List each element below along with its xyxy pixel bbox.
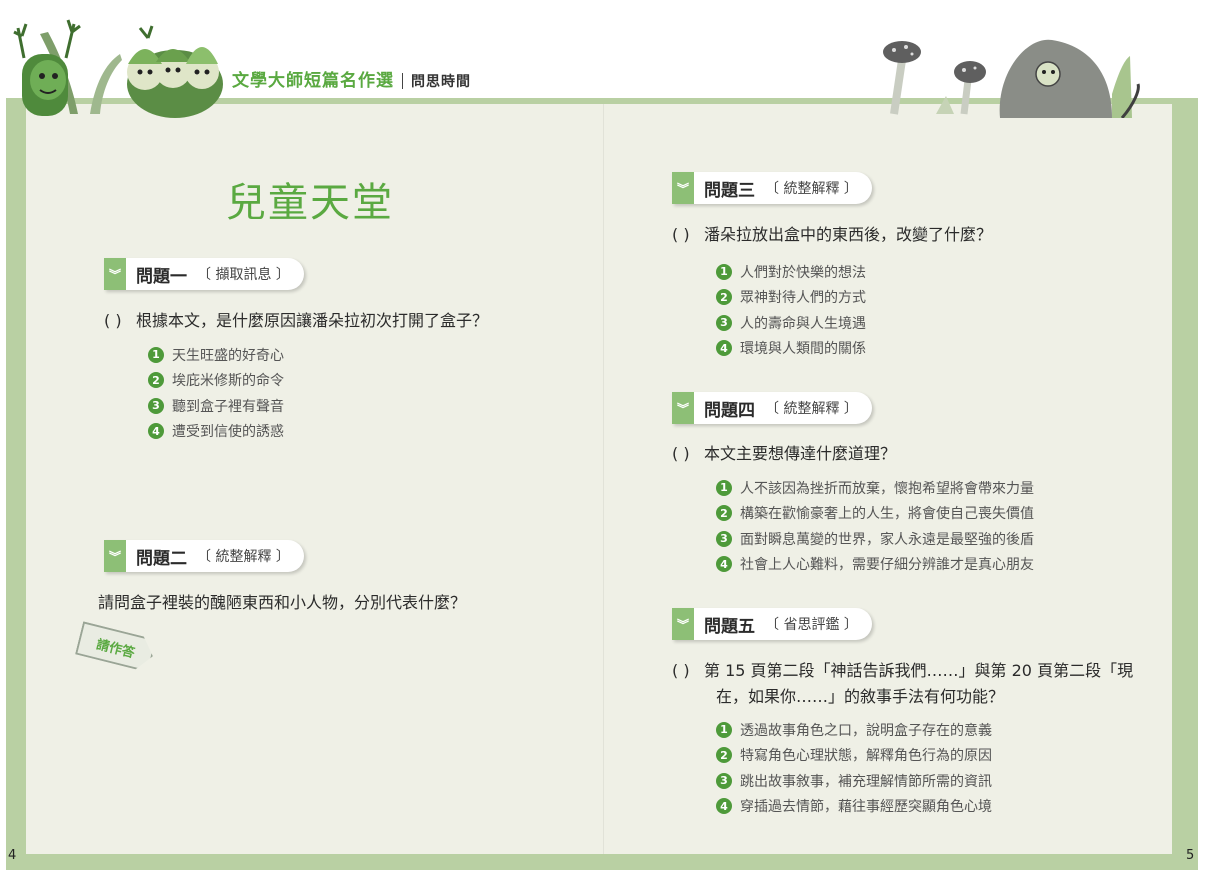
option-text: 人不該因為挫折而放棄，懷抱希望將會帶來力量 (740, 480, 1034, 497)
answer-blank[interactable]: ( ) (672, 441, 704, 467)
option-number-icon: 4 (716, 556, 732, 573)
option-text: 面對瞬息萬變的世界，家人永遠是最堅強的後盾 (740, 531, 1034, 548)
q3-option-4[interactable]: 4 環境與人類間的關係 (716, 336, 866, 362)
option-number-icon: 4 (148, 423, 164, 440)
option-text: 透過故事角色之口，說明盒子存在的意義 (740, 722, 992, 739)
option-number-icon: 1 (716, 721, 732, 738)
q2-question: 請問盒子裡裝的醜陋東西和小人物，分別代表什麼？ (98, 593, 467, 612)
answer-blank[interactable]: ( ) (672, 658, 704, 684)
option-number-icon: 3 (716, 772, 732, 789)
option-number-icon: 1 (148, 346, 164, 363)
q3-badge: ︾ 問題三 〔 統整解釋 〕 (672, 172, 872, 204)
q3-option-2[interactable]: 2 眾神對待人們的方式 (716, 285, 866, 311)
q4-question: ( ) 本文主要想傳達什麼道理？ (672, 441, 896, 467)
option-number-icon: 2 (716, 289, 732, 306)
option-number-icon: 3 (716, 530, 732, 547)
q1-question: ( ) 根據本文，是什麼原因讓潘朵拉初次打開了盒子？ (104, 308, 488, 334)
chevron-down-icon: ︾ (672, 392, 694, 424)
chevron-down-icon: ︾ (104, 540, 126, 572)
chevron-down-icon: ︾ (672, 172, 694, 204)
q2-tag: 〔 統整解釋 〕 (197, 549, 290, 565)
left-page-number: 4 (8, 848, 17, 863)
book-title: 文學大師短篇名作選 (232, 71, 394, 91)
q1-option-1[interactable]: 1 天生旺盛的好奇心 (148, 342, 284, 368)
q3-option-3[interactable]: 3 人的壽命與人生境遇 (716, 310, 866, 336)
option-number-icon: 3 (716, 314, 732, 331)
option-text: 構築在歡愉豪奢上的人生，將會使自己喪失價值 (740, 506, 1034, 523)
center-fold (603, 104, 604, 854)
q1-badge: ︾ 問題一 〔 擷取訊息 〕 (104, 258, 304, 290)
option-number-icon: 2 (716, 747, 732, 764)
q4-badge: ︾ 問題四 〔 統整解釋 〕 (672, 392, 872, 424)
q4-options: 1 人不該因為挫折而放棄，懷抱希望將會帶來力量 2 構築在歡愉豪奢上的人生，將會使自… (716, 475, 1034, 577)
q4-option-1[interactable]: 1 人不該因為挫折而放棄，懷抱希望將會帶來力量 (716, 475, 1034, 501)
q5-question: ( ) 第 15 頁第二段「神話告訴我們……」與第 20 頁第二段「現 (672, 658, 1133, 684)
q4-tag: 〔 統整解釋 〕 (765, 401, 858, 417)
header-divider (402, 73, 403, 89)
q1-tag: 〔 擷取訊息 〕 (197, 267, 290, 283)
q4-option-3[interactable]: 3 面對瞬息萬變的世界，家人永遠是最堅強的後盾 (716, 526, 1034, 552)
q4-option-2[interactable]: 2 構築在歡愉豪奢上的人生，將會使自己喪失價值 (716, 501, 1034, 527)
option-number-icon: 4 (716, 798, 732, 815)
chevron-down-icon: ︾ (104, 258, 126, 290)
q4-option-4[interactable]: 4 社會上人心難料，需要仔細分辨誰才是真心朋友 (716, 552, 1034, 578)
right-page-number: 5 (1186, 848, 1195, 863)
option-text: 穿插過去情節，藉往事經歷突顯角色心境 (740, 799, 992, 816)
option-text: 人們對於快樂的想法 (740, 264, 866, 281)
option-text: 聽到盒子裡有聲音 (172, 398, 284, 415)
q5-question-line2: 在，如果你……」的敘事手法有何功能？ (716, 687, 1005, 706)
option-text: 社會上人心難料，需要仔細分辨誰才是真心朋友 (740, 557, 1034, 574)
option-text: 眾神對待人們的方式 (740, 290, 866, 307)
q3-option-1[interactable]: 1 人們對於快樂的想法 (716, 259, 866, 285)
q3-question-text: 潘朵拉放出盒中的東西後，改變了什麼？ (704, 225, 993, 244)
option-text: 跳出故事敘事，補充理解情節所需的資訊 (740, 773, 992, 790)
option-text: 埃庇米修斯的命令 (172, 373, 284, 390)
q1-option-4[interactable]: 4 遭受到信使的誘惑 (148, 419, 284, 445)
section-title: 問思時間 (411, 74, 471, 90)
option-number-icon: 4 (716, 340, 732, 357)
q1-option-3[interactable]: 3 聽到盒子裡有聲音 (148, 393, 284, 419)
q1-question-text: 根據本文，是什麼原因讓潘朵拉初次打開了盒子？ (136, 311, 489, 330)
mushroom-rock-illustration (883, 39, 1140, 118)
chevron-down-icon: ︾ (672, 608, 694, 640)
book-header: 文學大師短篇名作選 問思時間 (232, 66, 471, 91)
q5-question-line1: 第 15 頁第二段「神話告訴我們……」與第 20 頁第二段「現 (704, 661, 1134, 680)
q5-option-2[interactable]: 2 特寫角色心理狀態，解釋角色行為的原因 (716, 743, 992, 769)
q5-options: 1 透過故事角色之口，說明盒子存在的意義 2 特寫角色心理狀態，解釋角色行為的原因 … (716, 717, 992, 819)
option-number-icon: 1 (716, 263, 732, 280)
q5-badge: ︾ 問題五 〔 省思評鑑 〕 (672, 608, 872, 640)
q5-option-1[interactable]: 1 透過故事角色之口，說明盒子存在的意義 (716, 717, 992, 743)
q2-badge: ︾ 問題二 〔 統整解釋 〕 (104, 540, 304, 572)
option-text: 特寫角色心理狀態，解釋角色行為的原因 (740, 748, 992, 765)
answer-blank[interactable]: ( ) (672, 222, 704, 248)
option-number-icon: 2 (148, 372, 164, 389)
option-text: 天生旺盛的好奇心 (172, 347, 284, 364)
q3-question: ( ) 潘朵拉放出盒中的東西後，改變了什麼？ (672, 222, 992, 248)
q4-question-text: 本文主要想傳達什麼道理？ (704, 444, 897, 463)
q3-tag: 〔 統整解釋 〕 (765, 181, 858, 197)
option-text: 環境與人類間的關係 (740, 341, 866, 358)
answer-blank[interactable]: ( ) (104, 308, 136, 334)
q5-title: 問題五 (704, 616, 755, 637)
option-number-icon: 3 (148, 397, 164, 414)
option-text: 人的壽命與人生境遇 (740, 315, 866, 332)
option-number-icon: 1 (716, 479, 732, 496)
q2-title: 問題二 (136, 548, 187, 569)
page-title: 兒童天堂 (226, 180, 394, 226)
q1-options: 1 天生旺盛的好奇心 2 埃庇米修斯的命令 3 聽到盒子裡有聲音 4 遭受到信使的誘惑 (148, 342, 284, 444)
q5-option-3[interactable]: 3 跳出故事敘事，補充理解情節所需的資訊 (716, 768, 992, 794)
q3-title: 問題三 (704, 180, 755, 201)
q5-option-4[interactable]: 4 穿插過去情節，藉往事經歷突顯角色心境 (716, 794, 992, 820)
q1-option-2[interactable]: 2 埃庇米修斯的命令 (148, 368, 284, 394)
monster-illustration-left (13, 19, 223, 118)
q4-title: 問題四 (704, 400, 755, 421)
option-text: 遭受到信使的誘惑 (172, 424, 284, 441)
q3-options: 1 人們對於快樂的想法 2 眾神對待人們的方式 3 人的壽命與人生境遇 4 環境與人類間… (716, 259, 866, 361)
q5-tag: 〔 省思評鑑 〕 (765, 617, 858, 633)
q1-title: 問題一 (136, 266, 187, 287)
option-number-icon: 2 (716, 505, 732, 522)
